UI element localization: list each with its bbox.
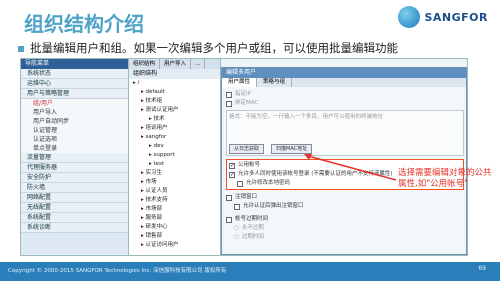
tab-user-attributes[interactable]: 用户属性 — [222, 78, 258, 87]
tree-node[interactable]: ▸ 研发中心 — [129, 223, 220, 232]
tree-node[interactable]: ▸ default — [129, 88, 220, 97]
expiry-label: 帐号过期时间 — [235, 216, 269, 222]
nav-menu: 导航菜单 系统状态 运维中心 用户与策略管理 组/用户 用户导入 用户自动同步 … — [21, 59, 129, 255]
nav-sub-auth-options[interactable]: 认证选项 — [21, 135, 128, 144]
dialog-title: 编辑多用户 — [222, 68, 466, 78]
nav-item-status[interactable]: 系统状态 — [21, 69, 128, 79]
nav-sub-user-sync[interactable]: 用户自动同步 — [21, 117, 128, 126]
row-bind-mac[interactable]: 绑定MAC — [226, 99, 464, 108]
tree-node[interactable]: ▸ support — [129, 151, 220, 160]
modify-password-checkbox[interactable] — [237, 180, 243, 187]
nav-item-traffic[interactable]: 流量管理 — [21, 153, 128, 163]
tree-node[interactable]: ▸ 认证访问用户 — [129, 241, 220, 250]
radio-icon[interactable]: ○ — [234, 233, 239, 242]
copyright-text: Copyright © 2000-2015 SANGFOR Technologi… — [8, 268, 227, 274]
get-from-log-button[interactable]: 从日志获取 — [229, 143, 265, 154]
nav-item-proxy[interactable]: 代理服务器 — [21, 163, 128, 173]
nav-item-security[interactable]: 安全防护 — [21, 173, 128, 183]
logout-window-label: 注销窗口 — [235, 194, 258, 200]
tree-node[interactable]: ▸ / — [129, 79, 220, 88]
tree-tabs: 组织结构 用户导入 ... — [129, 59, 220, 69]
row-label: 绑定MAC — [235, 100, 259, 106]
nav-sub-sso[interactable]: 单点登录 — [21, 144, 128, 153]
popup-logout-checkbox[interactable] — [234, 203, 240, 210]
address-hint: 格式：不能为空，一行输入一个条目，用户可以使用的终端地址 — [229, 114, 384, 120]
public-account-label: 公用帐号 — [238, 162, 261, 168]
callout-arrow-icon — [304, 154, 397, 181]
row-bind-ip[interactable]: 指定IP — [226, 90, 464, 99]
tab-import[interactable]: 用户导入 — [160, 59, 192, 69]
bullet-icon — [18, 46, 24, 52]
page-number: 69 — [478, 265, 486, 272]
tree-node[interactable]: ▸ 培训用户 — [129, 124, 220, 133]
tree-node[interactable]: ▸ sangfor — [129, 133, 220, 142]
tree-node[interactable]: ▸ 技术组 — [129, 97, 220, 106]
tree-node[interactable]: ▸ 市场 — [129, 178, 220, 187]
nav-item-network[interactable]: 网络配置 — [21, 193, 128, 203]
popup-logout-label: 允许认证后弹出注销窗口 — [243, 203, 304, 209]
tree-node[interactable]: ▸ 技术支持 — [129, 196, 220, 205]
slide-title: 组织结构介绍 — [24, 12, 144, 36]
expiry-checkbox[interactable] — [226, 216, 232, 223]
checkbox[interactable] — [226, 91, 232, 98]
tab-org[interactable]: 组织结构 — [129, 59, 161, 69]
tab-policy-groups[interactable]: 策略与组 — [257, 78, 293, 87]
tree-node[interactable]: ▸ 销售部 — [129, 232, 220, 241]
callout-text: 选择需要编辑对象的公共属性,如"公用帐号" — [398, 168, 492, 189]
nav-header: 导航菜单 — [21, 59, 128, 69]
expire-time-label: 过期时间 — [241, 234, 264, 240]
never-expire-label: 永不过期 — [241, 225, 264, 231]
tree-node[interactable]: ▸ 测试认证用户 — [129, 106, 220, 115]
nav-item-wireless[interactable]: 无线配置 — [21, 203, 128, 213]
nav-sub-user-import[interactable]: 用户导入 — [21, 108, 128, 117]
nav-item-system[interactable]: 系统配置 — [21, 213, 128, 223]
nav-item-diagnose[interactable]: 系统诊断 — [21, 223, 128, 233]
nav-sub-auth-manage[interactable]: 认证管理 — [21, 126, 128, 135]
checkbox[interactable] — [226, 100, 232, 107]
tree-node[interactable]: ▸ 实习生 — [129, 169, 220, 178]
row-label: 指定IP — [235, 91, 251, 97]
tree-node[interactable]: ▸ dev — [129, 142, 220, 151]
multi-login-checkbox[interactable] — [229, 170, 235, 179]
tree-header: 组织结构 — [129, 69, 220, 79]
tree-node[interactable]: ▸ 服务部 — [129, 214, 220, 223]
org-tree-panel: 组织结构 用户导入 ... 组织结构 ▸ / ▸ default ▸ 技术组 ▸ 测试… — [129, 59, 221, 255]
nav-item-firewall[interactable]: 防火墙 — [21, 183, 128, 193]
logout-window-checkbox[interactable] — [226, 194, 232, 201]
tree-node[interactable]: ▸ 市场部 — [129, 205, 220, 214]
brand-name: SANGFOR — [424, 10, 488, 24]
tree-list: ▸ / ▸ default ▸ 技术组 ▸ 测试认证用户 ▸ 技术 ▸ 培训用户 ▸ san… — [129, 79, 220, 250]
nav-item-ops[interactable]: 运维中心 — [21, 79, 128, 89]
tab-more[interactable]: ... — [191, 59, 206, 69]
nav-item-user-policy[interactable]: 用户与策略管理 — [21, 89, 128, 99]
tree-node[interactable]: ▸ 认证人员 — [129, 187, 220, 196]
brand-logo: SANGFOR — [398, 6, 488, 28]
slide-description: 批量编辑用户和组。如果一次编辑多个用户或组，可以使用批量编辑功能 — [30, 41, 398, 55]
public-account-checkbox[interactable] — [229, 161, 235, 170]
tree-node[interactable]: ▸ 技术 — [129, 115, 220, 124]
radio-icon[interactable]: ○ — [234, 224, 239, 233]
modify-password-label: 允许修改本地密码 — [246, 180, 291, 186]
tree-node[interactable]: ▸ test — [129, 160, 220, 169]
dialog-tabs: 用户属性 策略与组 — [222, 78, 466, 87]
app-screenshot: 导航菜单 系统状态 运维中心 用户与策略管理 组/用户 用户导入 用户自动同步 … — [20, 58, 468, 256]
nav-sub-groups-users[interactable]: 组/用户 — [21, 99, 128, 108]
brand-mark-icon — [398, 6, 421, 28]
